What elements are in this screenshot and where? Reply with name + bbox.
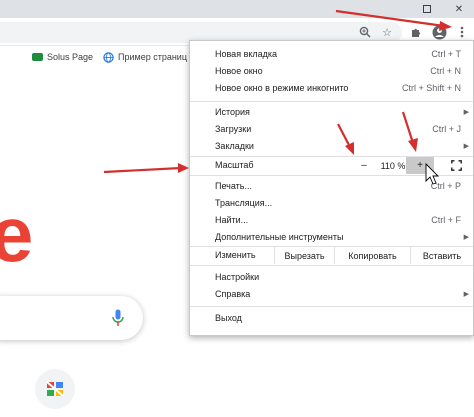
arrow-to-zoom-row (103, 166, 182, 174)
menu-item-settings[interactable]: Настройки (190, 268, 473, 285)
submenu-arrow-icon: ▶ (463, 290, 469, 298)
menu-item-label: Справка (215, 288, 251, 299)
zoom-in-glyph: + (417, 160, 423, 171)
bookmark-label: Solus Page (47, 52, 94, 62)
menu-item-history[interactable]: История ▶ (190, 103, 473, 120)
menu-item-bookmarks[interactable]: Закладки ▶ (190, 137, 473, 154)
menu-item-new-window[interactable]: Новое окно Ctrl + N (190, 62, 473, 79)
cut-button[interactable]: Вырезать (274, 247, 334, 264)
search-box[interactable] (0, 296, 143, 340)
microphone-icon[interactable] (112, 309, 124, 327)
menu-item-label: Найти... (215, 214, 249, 225)
zoom-in-button[interactable]: + (406, 157, 434, 174)
shortcut-tile[interactable] (35, 369, 75, 409)
menu-item-more-tools[interactable]: Дополнительные инструменты ▶ (190, 228, 473, 245)
menu-item-label: Настройки (215, 271, 260, 282)
menu-item-print[interactable]: Печать... Ctrl + P (190, 177, 473, 194)
fullscreen-button[interactable] (442, 157, 470, 174)
shortcut-logo-icon (46, 381, 64, 397)
menu-item-incognito[interactable]: Новое окно в режиме инкогнито Ctrl + Shi… (190, 79, 473, 96)
copy-button[interactable]: Копировать (334, 247, 410, 264)
star-icon: ☆ (382, 26, 392, 39)
zoom-label: Масштаб (215, 160, 254, 170)
bookmark-label: Пример страниц (118, 52, 187, 62)
submenu-arrow-icon: ▶ (463, 108, 469, 116)
menu-item-shortcut: Ctrl + J (432, 123, 461, 134)
menu-item-shortcut: Ctrl + T (431, 48, 461, 59)
submenu-arrow-icon: ▶ (463, 142, 469, 150)
menu-item-label: История (215, 106, 250, 117)
chrome-main-menu: Новая вкладка Ctrl + T Новое окно Ctrl +… (189, 40, 474, 336)
menu-item-label: Выход (215, 312, 242, 323)
menu-separator (190, 306, 473, 307)
google-logo-fragment: e (0, 190, 34, 278)
zoom-lens-icon (359, 26, 371, 38)
paste-button[interactable]: Вставить (410, 247, 473, 264)
puzzle-icon (412, 28, 421, 37)
zoom-value: 110 % (380, 160, 406, 171)
menu-item-label: Дополнительные инструменты (215, 231, 344, 242)
menu-item-label: Трансляция... (215, 197, 273, 208)
edit-label: Изменить (215, 250, 256, 260)
kebab-menu-icon (460, 26, 464, 38)
edit-row: Изменить Вырезать Копировать Вставить (190, 247, 473, 264)
zoom-out-glyph: – (361, 160, 367, 171)
bookmark-example[interactable]: Пример страниц (103, 50, 187, 64)
menu-item-label: Закладки (215, 140, 254, 151)
solus-icon (32, 53, 43, 61)
zoom-out-button[interactable]: – (350, 157, 378, 174)
menu-item-label: Загрузки (215, 123, 252, 134)
close-window-button[interactable]: ✕ (444, 0, 474, 18)
avatar-icon (432, 25, 446, 39)
restore-icon (423, 5, 431, 13)
menu-item-shortcut: Ctrl + P (430, 180, 461, 191)
zoom-lens-button[interactable] (356, 23, 374, 41)
zoom-row: Масштаб – 110 % + (190, 157, 473, 174)
menu-item-new-tab[interactable]: Новая вкладка Ctrl + T (190, 45, 473, 62)
menu-item-shortcut: Ctrl + Shift + N (401, 82, 461, 93)
restore-button[interactable] (412, 0, 442, 18)
menu-item-help[interactable]: Справка ▶ (190, 285, 473, 302)
menu-separator (190, 265, 473, 266)
extensions-button[interactable] (407, 23, 425, 41)
menu-item-find[interactable]: Найти... Ctrl + F (190, 211, 473, 228)
menu-item-cast[interactable]: Трансляция... (190, 194, 473, 211)
arrowhead-icon (178, 163, 189, 173)
submenu-arrow-icon: ▶ (463, 233, 469, 241)
menu-item-label: Новое окно (215, 65, 263, 76)
bookmark-star-button[interactable]: ☆ (378, 23, 396, 41)
menu-separator (190, 175, 473, 176)
menu-item-label: Новая вкладка (215, 48, 278, 59)
profile-button[interactable] (430, 23, 448, 41)
menu-item-downloads[interactable]: Загрузки Ctrl + J (190, 120, 473, 137)
menu-item-shortcut: Ctrl + N (430, 65, 461, 76)
close-icon: ✕ (454, 3, 464, 15)
bookmark-solus[interactable]: Solus Page (32, 50, 93, 64)
menu-separator (190, 101, 473, 102)
menu-button[interactable] (453, 23, 471, 41)
menu-item-shortcut: Ctrl + F (431, 214, 461, 225)
menu-item-label: Печать... (215, 180, 252, 191)
fullscreen-icon (450, 160, 462, 171)
title-bar: ✕ (0, 0, 474, 18)
globe-icon (103, 51, 114, 63)
menu-item-exit[interactable]: Выход (190, 309, 473, 326)
menu-item-label: Новое окно в режиме инкогнито (215, 82, 349, 93)
